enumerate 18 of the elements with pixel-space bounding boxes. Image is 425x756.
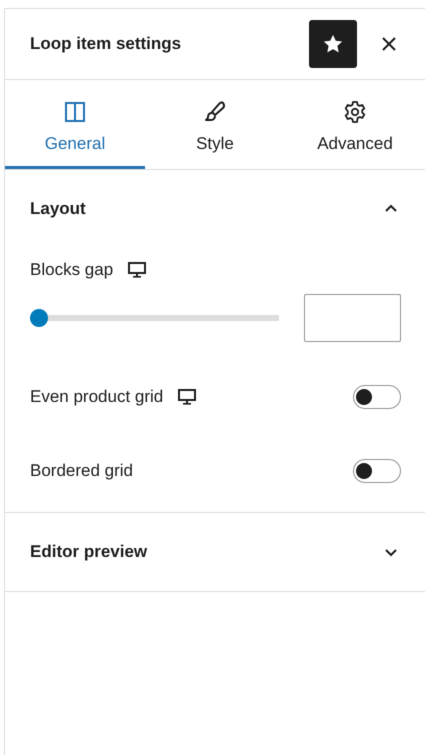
star-icon (322, 33, 344, 55)
toggle-switch[interactable] (353, 385, 401, 409)
tab[interactable]: Advanced (285, 80, 425, 169)
tab[interactable]: General (5, 80, 145, 169)
toggle-switch[interactable] (353, 459, 401, 483)
number-field[interactable] (304, 294, 401, 342)
gear-icon (343, 100, 367, 124)
control-label: Bordered grid (30, 461, 134, 481)
brush-icon (203, 100, 227, 124)
control-label: Even product grid (30, 387, 164, 407)
slider-thumb[interactable] (30, 309, 48, 327)
tab[interactable]: Style (145, 80, 285, 169)
section-title[interactable]: Layout (30, 199, 86, 219)
control-label: Blocks gap (30, 260, 114, 280)
star-button[interactable] (309, 20, 357, 68)
section-title[interactable]: Editor preview (30, 542, 148, 562)
columns-icon (63, 100, 87, 124)
panel-title: Loop item settings (30, 34, 182, 54)
